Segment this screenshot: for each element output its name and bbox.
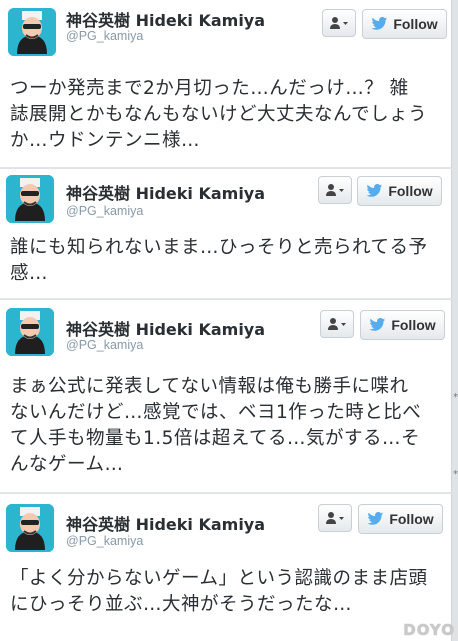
user-actions-button[interactable] — [320, 310, 354, 338]
divider — [0, 298, 451, 299]
tweet-card: 神谷英樹 Hideki Kamiya @PG_kamiya Follow つーか… — [0, 0, 452, 168]
username[interactable]: @PG_kamiya — [66, 534, 143, 548]
avatar[interactable] — [6, 175, 54, 223]
twitter-bird-icon — [366, 184, 383, 197]
tweet-text: 誰にも知られないまま…ひっそりと売られてる予 感… — [10, 237, 428, 284]
user-actions-button[interactable] — [318, 504, 352, 532]
display-name[interactable]: 神谷英樹 Hideki Kamiya — [66, 316, 265, 340]
follow-button[interactable]: Follow — [357, 176, 442, 206]
side-mark: * — [453, 469, 458, 480]
tweet-text: つーか発売まで2か月切った…んだっけ…？ 雑 誌展開とかもなんもないけど大丈夫な… — [10, 78, 428, 151]
follow-button-label: Follow — [393, 16, 438, 32]
avatar[interactable] — [8, 8, 56, 56]
avatar[interactable] — [6, 308, 54, 356]
display-name[interactable]: 神谷英樹 Hideki Kamiya — [66, 7, 265, 31]
twitter-bird-icon — [369, 318, 386, 331]
user-actions-button[interactable] — [322, 9, 356, 37]
watermark: DOYO — [403, 621, 455, 639]
username[interactable]: @PG_kamiya — [66, 204, 143, 218]
twitter-bird-icon — [367, 512, 384, 525]
display-name[interactable]: 神谷英樹 Hideki Kamiya — [66, 511, 265, 535]
avatar[interactable] — [6, 504, 54, 552]
tweet-card: 神谷英樹 Hideki Kamiya @PG_kamiya Follow 「よく… — [0, 494, 452, 641]
user-dropdown-icon — [330, 17, 348, 29]
divider — [0, 492, 451, 493]
user-dropdown-icon — [326, 184, 344, 196]
username[interactable]: @PG_kamiya — [66, 338, 143, 352]
follow-button[interactable]: Follow — [362, 9, 447, 39]
tweet-card: 神谷英樹 Hideki Kamiya @PG_kamiya Follow まぁ公… — [0, 300, 452, 493]
user-actions-button[interactable] — [318, 176, 352, 204]
username[interactable]: @PG_kamiya — [66, 29, 143, 43]
follow-button[interactable]: Follow — [360, 310, 445, 340]
tweet-text: まぁ公式に発表してない情報は俺も勝手に喋れ ないんだけど…感覚では、ベヨ1作った… — [10, 376, 422, 475]
user-dropdown-icon — [326, 512, 344, 524]
follow-button-label: Follow — [391, 317, 436, 333]
display-name[interactable]: 神谷英樹 Hideki Kamiya — [66, 180, 265, 204]
user-dropdown-icon — [328, 318, 346, 330]
twitter-bird-icon — [371, 17, 388, 30]
follow-button-label: Follow — [388, 183, 433, 199]
follow-button[interactable]: Follow — [358, 504, 443, 534]
divider — [0, 167, 451, 168]
follow-button-label: Follow — [389, 511, 434, 527]
side-mark: * — [453, 392, 458, 403]
tweet-text: 「よく分からないゲーム」という認識のまま店頭 にひっそり並ぶ…大神がそうだったな… — [10, 568, 428, 615]
tweet-card: 神谷英樹 Hideki Kamiya @PG_kamiya Follow 誰にも… — [0, 169, 452, 299]
